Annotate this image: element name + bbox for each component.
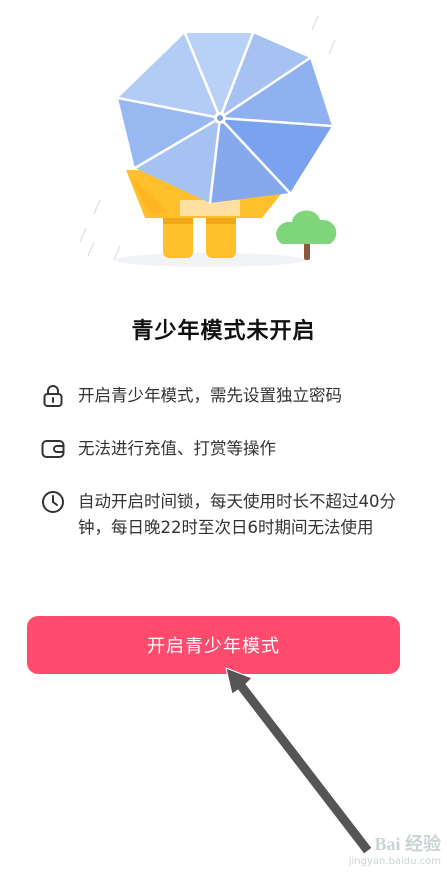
watermark-brand: Bai 经验 bbox=[374, 834, 441, 854]
watermark-url: jingyan.baidu.com bbox=[348, 856, 441, 867]
wallet-icon bbox=[41, 440, 65, 458]
info-item-password: 开启青少年模式，需先设置独立密码 bbox=[40, 383, 408, 409]
umbrella-illustration bbox=[79, 15, 337, 267]
info-item-time-lock: 自动开启时间锁，每天使用时长不超过40分钟，每日晚22时至次日6时期间无法使用 bbox=[40, 489, 408, 541]
watermark: Bai 经验 jingyan.baidu.com bbox=[349, 830, 441, 867]
info-item-payment: 无法进行充值、打赏等操作 bbox=[40, 436, 408, 462]
info-item-text: 自动开启时间锁，每天使用时长不超过40分钟，每日晚22时至次日6时期间无法使用 bbox=[78, 492, 396, 537]
lock-icon bbox=[43, 385, 63, 407]
info-item-text: 无法进行充值、打赏等操作 bbox=[78, 439, 276, 458]
clock-icon bbox=[42, 491, 64, 513]
info-item-text: 开启青少年模式，需先设置独立密码 bbox=[78, 386, 342, 405]
page-title: 青少年模式未开启 bbox=[131, 319, 316, 344]
enable-teen-mode-button[interactable]: 开启青少年模式 bbox=[27, 616, 400, 674]
